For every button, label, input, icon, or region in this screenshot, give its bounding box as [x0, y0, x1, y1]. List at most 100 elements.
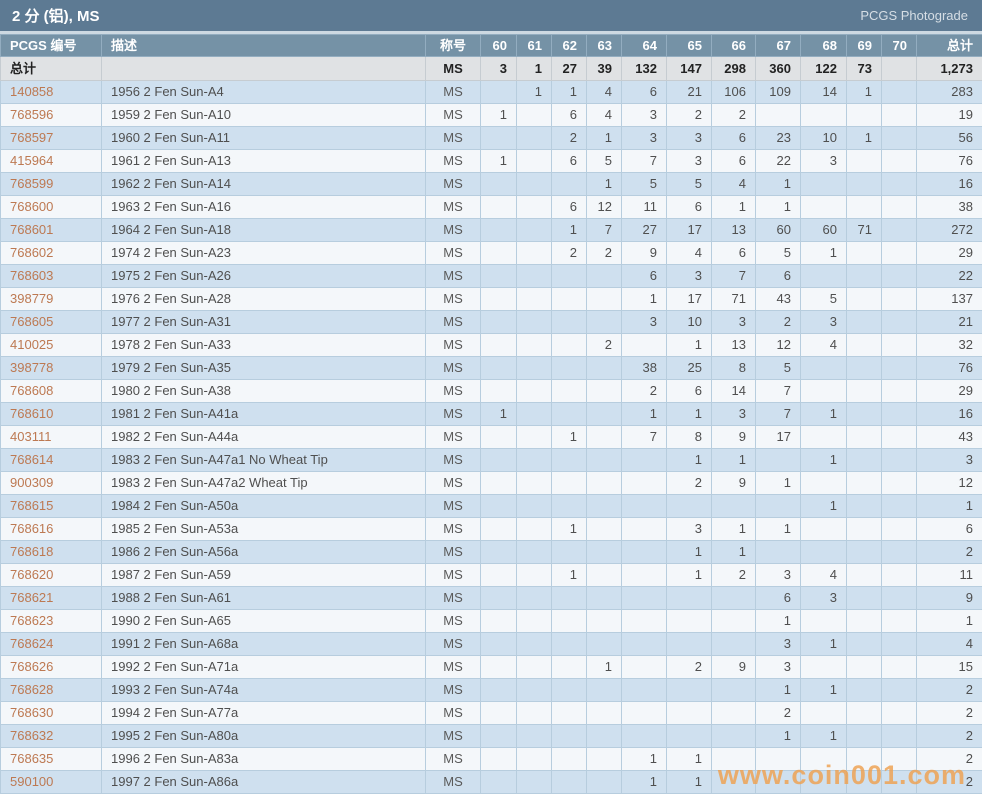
- pcgs-number-link[interactable]: 768621: [0, 586, 102, 610]
- grade-63-cell: [586, 356, 622, 380]
- grade-67-cell: 22: [755, 149, 801, 173]
- grade-66-cell: 1: [711, 195, 756, 219]
- grade-69-cell: [846, 609, 882, 633]
- pcgs-number-link[interactable]: 768602: [0, 241, 102, 265]
- pcgs-number-link[interactable]: 768599: [0, 172, 102, 196]
- designation-cell: MS: [425, 80, 481, 104]
- grade-70-cell: [881, 287, 917, 311]
- grade-60-cell: [480, 241, 517, 265]
- designation-cell: MS: [425, 770, 481, 794]
- grade-67-cell: 1: [755, 517, 801, 541]
- pcgs-number-link[interactable]: 768605: [0, 310, 102, 334]
- pcgs-number-link[interactable]: 768614: [0, 448, 102, 472]
- pcgs-number-link[interactable]: 403111: [0, 425, 102, 449]
- pcgs-number-link[interactable]: 768623: [0, 609, 102, 633]
- table-row: 768600 1963 2 Fen Sun-A16 MS 6 12 11 6 1 1 38: [0, 195, 982, 219]
- grade-61-cell: [516, 517, 552, 541]
- grade-62-cell: [551, 172, 587, 196]
- description-cell: 1992 2 Fen Sun-A71a: [101, 655, 426, 679]
- grade-65-cell: 4: [666, 241, 712, 265]
- pcgs-number-link[interactable]: 768603: [0, 264, 102, 288]
- grade-67-cell: 6: [755, 586, 801, 610]
- totals-label: 总计: [0, 56, 102, 81]
- table-row: 768626 1992 2 Fen Sun-A71a MS 1 2 9 3 15: [0, 655, 982, 679]
- description-cell: 1994 2 Fen Sun-A77a: [101, 701, 426, 725]
- pcgs-number-link[interactable]: 768630: [0, 701, 102, 725]
- pcgs-number-link[interactable]: 768632: [0, 724, 102, 748]
- grade-62-cell: [551, 701, 587, 725]
- pcgs-number-link[interactable]: 768597: [0, 126, 102, 150]
- grade-70-cell: [881, 494, 917, 518]
- row-total-cell: 272: [916, 218, 982, 242]
- grade-62-cell: [551, 609, 587, 633]
- totals-grade-66-value: 298: [711, 56, 756, 81]
- pcgs-number-link[interactable]: 398778: [0, 356, 102, 380]
- grade-63-cell: 1: [586, 126, 622, 150]
- grade-66-cell: 8: [711, 356, 756, 380]
- grade-60-cell: [480, 126, 517, 150]
- designation-cell: MS: [425, 310, 481, 334]
- grade-69-cell: 1: [846, 80, 882, 104]
- grade-70-cell: [881, 241, 917, 265]
- pcgs-number-link[interactable]: 410025: [0, 333, 102, 357]
- designation-cell: MS: [425, 517, 481, 541]
- pcgs-number-link[interactable]: 768616: [0, 517, 102, 541]
- row-total-cell: 16: [916, 402, 982, 426]
- grade-60-cell: [480, 701, 517, 725]
- pcgs-number-link[interactable]: 398779: [0, 287, 102, 311]
- pcgs-number-link[interactable]: 768600: [0, 195, 102, 219]
- grade-68-cell: 1: [800, 632, 847, 656]
- grade-67-cell: 3: [755, 655, 801, 679]
- grade-69-cell: [846, 747, 882, 771]
- grade-65-cell: 6: [666, 379, 712, 403]
- grade-64-cell: [621, 655, 667, 679]
- grade-66-cell: 1: [711, 448, 756, 472]
- grade-68-cell: 10: [800, 126, 847, 150]
- row-total-cell: 2: [916, 678, 982, 702]
- grade-66-cell: 9: [711, 655, 756, 679]
- pcgs-number-link[interactable]: 768601: [0, 218, 102, 242]
- col-header-grade-69: 69: [846, 34, 882, 57]
- grade-69-cell: [846, 287, 882, 311]
- pcgs-number-link[interactable]: 768610: [0, 402, 102, 426]
- pcgs-number-link[interactable]: 768615: [0, 494, 102, 518]
- table-row: 140858 1956 2 Fen Sun-A4 MS 1 1 4 6 21 106 109 14 1…: [0, 80, 982, 104]
- pcgs-number-link[interactable]: 415964: [0, 149, 102, 173]
- totals-grade-62-value: 27: [551, 56, 587, 81]
- grade-65-cell: 1: [666, 540, 712, 564]
- pcgs-number-link[interactable]: 768618: [0, 540, 102, 564]
- grade-62-cell: [551, 724, 587, 748]
- col-header-grade-70: 70: [881, 34, 917, 57]
- grade-70-cell: [881, 333, 917, 357]
- designation-cell: MS: [425, 149, 481, 173]
- grade-66-cell: [711, 770, 756, 794]
- col-header-grade-64: 64: [621, 34, 667, 57]
- pcgs-number-link[interactable]: 768608: [0, 379, 102, 403]
- col-header-grade-67: 67: [755, 34, 801, 57]
- pcgs-number-link[interactable]: 768626: [0, 655, 102, 679]
- pcgs-number-link[interactable]: 768628: [0, 678, 102, 702]
- pcgs-number-link[interactable]: 768620: [0, 563, 102, 587]
- grade-66-cell: 13: [711, 333, 756, 357]
- grade-69-cell: [846, 172, 882, 196]
- grade-70-cell: [881, 701, 917, 725]
- table-row: 768632 1995 2 Fen Sun-A80a MS 1 1 2: [0, 724, 982, 748]
- grade-66-cell: 6: [711, 126, 756, 150]
- grade-65-cell: 3: [666, 264, 712, 288]
- grade-62-cell: [551, 540, 587, 564]
- description-cell: 1980 2 Fen Sun-A38: [101, 379, 426, 403]
- grade-70-cell: [881, 402, 917, 426]
- pcgs-number-link[interactable]: 900309: [0, 471, 102, 495]
- grade-60-cell: [480, 287, 517, 311]
- pcgs-number-link[interactable]: 768635: [0, 747, 102, 771]
- grade-68-cell: 4: [800, 333, 847, 357]
- pcgs-number-link[interactable]: 768596: [0, 103, 102, 127]
- pcgs-number-link[interactable]: 768624: [0, 632, 102, 656]
- grade-64-cell: 6: [621, 80, 667, 104]
- grade-67-cell: [755, 494, 801, 518]
- grade-68-cell: [800, 356, 847, 380]
- pcgs-number-link[interactable]: 590100: [0, 770, 102, 794]
- pcgs-number-link[interactable]: 140858: [0, 80, 102, 104]
- row-total-cell: 43: [916, 425, 982, 449]
- grade-60-cell: [480, 195, 517, 219]
